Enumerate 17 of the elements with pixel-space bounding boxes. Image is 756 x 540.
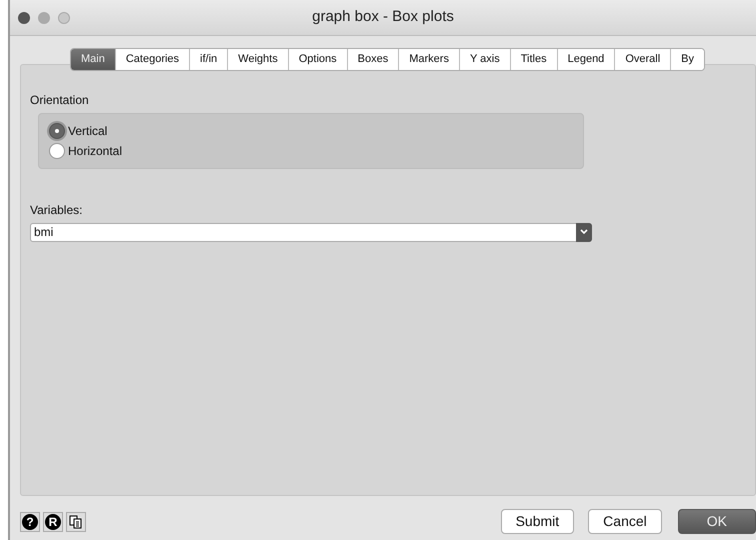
r-button[interactable]: R: [43, 512, 63, 532]
dialog-button[interactable]: Cancel: [588, 509, 662, 534]
help-button[interactable]: ?: [20, 512, 40, 532]
close-button[interactable]: [18, 12, 30, 24]
window-title: graph box - Box plots: [312, 8, 454, 26]
radio-button[interactable]: [49, 122, 65, 138]
group-label: Orientation: [30, 92, 89, 108]
radio-label[interactable]: Horizontal: [68, 142, 122, 160]
dialog-button[interactable]: Submit: [500, 509, 574, 534]
variables-dropdown[interactable]: bmi: [30, 222, 592, 242]
field-label: Variables:: [30, 202, 82, 218]
ok-button[interactable]: OK: [678, 509, 756, 534]
radio-button[interactable]: [49, 142, 65, 158]
copy-button[interactable]: [66, 512, 86, 532]
radio-label[interactable]: Vertical: [68, 122, 108, 140]
caret-icon: [576, 222, 592, 242]
tab[interactable]: Main: [71, 49, 116, 70]
